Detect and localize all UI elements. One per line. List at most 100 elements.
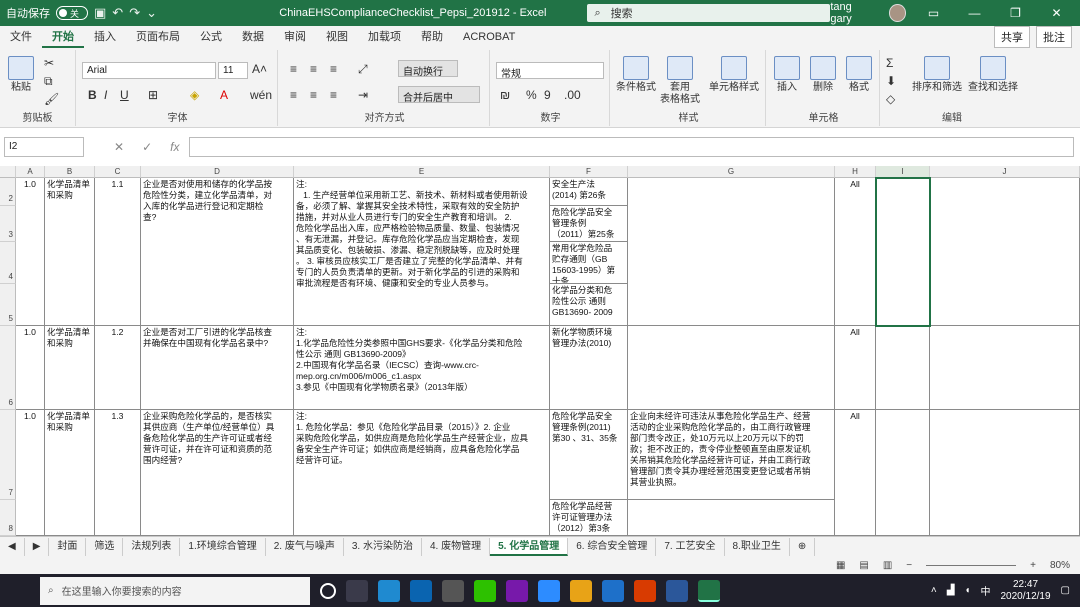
ime-indicator[interactable]: 中 <box>980 583 990 598</box>
share-button[interactable]: 共享 <box>994 26 1030 48</box>
cell-j7[interactable] <box>930 410 1080 536</box>
cell-d7[interactable]: 企业采购危险化学品的，是否核实 其供应商（生产单位/经营单位）具 备危险化学品的… <box>141 410 294 536</box>
close-icon[interactable]: ✕ <box>1043 6 1070 20</box>
accounting-icon[interactable]: ₪ <box>500 88 510 102</box>
decimal-icon[interactable]: .00 <box>564 88 581 102</box>
autosave-toggle[interactable]: 关 <box>56 6 88 20</box>
tab-data[interactable]: 数据 <box>232 26 274 48</box>
zoom-level[interactable]: 80% <box>1050 560 1070 571</box>
cell-f5[interactable]: 化学品分类和危 险性公示 通则 GB13690- 2009 <box>550 284 628 326</box>
clock[interactable]: 22:47 2020/12/19 <box>1000 579 1050 603</box>
cell-j2[interactable] <box>930 178 1080 326</box>
column-header-d[interactable]: D <box>141 166 294 178</box>
cell-e6[interactable]: 注: 1.化学品危险性分类参照中国GHS要求-《化学品分类和危险 性公示 通则 … <box>294 326 550 410</box>
sheet-tab-process[interactable]: 7. 工艺安全 <box>656 537 725 556</box>
customize-icon[interactable]: ⌄ <box>146 5 157 21</box>
cell-i7[interactable] <box>876 410 930 536</box>
cell-f7[interactable]: 危险化学品安全 管理条例(2011) 第30 、31、35条 <box>550 410 628 500</box>
column-header-b[interactable]: B <box>45 166 95 178</box>
sheet-tab-cover[interactable]: 封面 <box>49 537 87 556</box>
cell-g2[interactable] <box>628 178 835 326</box>
add-sheet-icon[interactable]: ⊕ <box>790 537 816 556</box>
cell-f6[interactable]: 新化学物质环境 管理办法(2010) <box>550 326 628 410</box>
cell-h2[interactable]: All <box>835 178 876 326</box>
save-icon[interactable]: ▣ <box>94 5 106 21</box>
paste-button[interactable]: 粘贴 <box>6 56 36 94</box>
fill-icon[interactable]: ⬇ <box>886 74 896 88</box>
font-name-select[interactable]: Arial <box>82 62 216 79</box>
merge-center-button[interactable]: 合并后居中 <box>398 86 480 104</box>
chrome-icon[interactable] <box>570 579 592 602</box>
column-header-j[interactable]: J <box>930 166 1080 178</box>
italic-icon[interactable]: I <box>104 88 107 102</box>
cell-c7[interactable]: 1.3 <box>95 410 141 536</box>
font-size-select[interactable]: 11 <box>218 62 248 79</box>
sheet-nav-next-icon[interactable]: ▶ <box>25 537 50 556</box>
cell-i6[interactable] <box>876 326 930 410</box>
cell-h6[interactable]: All <box>835 326 876 410</box>
calculator-icon[interactable] <box>442 579 464 602</box>
normal-view-icon[interactable]: ▦ <box>836 560 845 571</box>
taskbar-search[interactable]: ⌕ 在这里输入你要搜索的内容 <box>40 576 310 605</box>
align-center-icon[interactable]: ≡ <box>310 88 317 102</box>
sheet-tab-exhaust-noise[interactable]: 2. 废气与噪声 <box>266 537 344 556</box>
name-box[interactable]: I2 <box>4 137 84 157</box>
tab-acrobat[interactable]: ACROBAT <box>453 26 525 48</box>
onenote-icon[interactable] <box>506 579 528 602</box>
zoom-app-icon[interactable] <box>538 579 560 602</box>
column-header-g[interactable]: G <box>628 166 835 178</box>
sheet-tab-filter[interactable]: 筛选 <box>86 537 124 556</box>
fx-icon[interactable]: fx <box>170 140 179 154</box>
format-cells-button[interactable]: 格式 <box>842 56 876 94</box>
increase-font-icon[interactable]: A˄ <box>252 62 267 76</box>
column-header-h[interactable]: H <box>835 166 876 178</box>
word-icon[interactable] <box>666 579 688 602</box>
bold-icon[interactable]: B <box>88 88 97 102</box>
font-color-icon[interactable]: A <box>220 88 228 102</box>
clear-icon[interactable]: ◇ <box>886 92 895 106</box>
tab-insert[interactable]: 插入 <box>84 26 126 48</box>
column-header-a[interactable]: A <box>16 166 45 178</box>
conditional-format-button[interactable]: 条件格式 <box>614 56 658 94</box>
tab-home[interactable]: 开始 <box>42 26 84 48</box>
cell-d6[interactable]: 企业是否对工厂引进的化学品核查 并确保在中国现有化学品名录中? <box>141 326 294 410</box>
outlook-icon[interactable] <box>410 579 432 602</box>
border-icon[interactable]: ⊞ <box>148 88 158 102</box>
row-header-6[interactable]: 6 <box>0 326 16 410</box>
page-layout-view-icon[interactable]: ▤ <box>859 560 868 571</box>
network-icon[interactable]: ▟ <box>947 585 955 596</box>
cell-c2[interactable]: 1.1 <box>95 178 141 326</box>
zoom-out-icon[interactable]: − <box>906 560 912 571</box>
align-bottom-icon[interactable]: ≡ <box>330 62 337 76</box>
tab-review[interactable]: 审阅 <box>274 26 316 48</box>
avatar[interactable] <box>888 4 907 22</box>
tab-page-layout[interactable]: 页面布局 <box>126 26 190 48</box>
formula-input[interactable] <box>189 137 1074 157</box>
cancel-icon[interactable]: ✕ <box>114 140 124 154</box>
cell-g6[interactable] <box>628 326 835 410</box>
cut-icon[interactable]: ✂ <box>44 56 54 70</box>
sheet-tab-safety[interactable]: 6. 综合安全管理 <box>568 537 657 556</box>
cell-a2[interactable]: 1.0 <box>16 178 45 326</box>
notification-icon[interactable]: ▢ <box>1061 585 1070 596</box>
cell-c6[interactable]: 1.2 <box>95 326 141 410</box>
select-all-corner[interactable] <box>0 166 16 178</box>
redo-icon[interactable]: ↷ <box>129 5 140 21</box>
tab-formulas[interactable]: 公式 <box>190 26 232 48</box>
cell-styles-button[interactable]: 单元格样式 <box>704 56 764 94</box>
kuaipan-icon[interactable] <box>602 579 624 602</box>
align-middle-icon[interactable]: ≡ <box>310 62 317 76</box>
tab-view[interactable]: 视图 <box>316 26 358 48</box>
row-header-2[interactable]: 2 <box>0 178 16 206</box>
zoom-slider[interactable] <box>926 564 1017 566</box>
cell-b7[interactable]: 化学品清单 和采购 <box>45 410 95 536</box>
restore-icon[interactable]: ❐ <box>1002 6 1029 20</box>
copy-icon[interactable]: ⧉ <box>44 74 53 89</box>
cell-a7[interactable]: 1.0 <box>16 410 45 536</box>
cell-f8[interactable]: 危险化学品经营 许可证管理办法 （2012）第3条 <box>550 500 628 536</box>
sheet-tab-occupational[interactable]: 8.职业卫生 <box>725 537 790 556</box>
sheet-nav-prev-icon[interactable]: ◀ <box>0 537 25 556</box>
worksheet-grid[interactable]: A B C D E F G H I J 2 3 4 5 6 7 8 1.0 化学… <box>0 166 1080 536</box>
row-header-5[interactable]: 5 <box>0 284 16 326</box>
comma-icon[interactable]: 9 <box>544 88 551 102</box>
